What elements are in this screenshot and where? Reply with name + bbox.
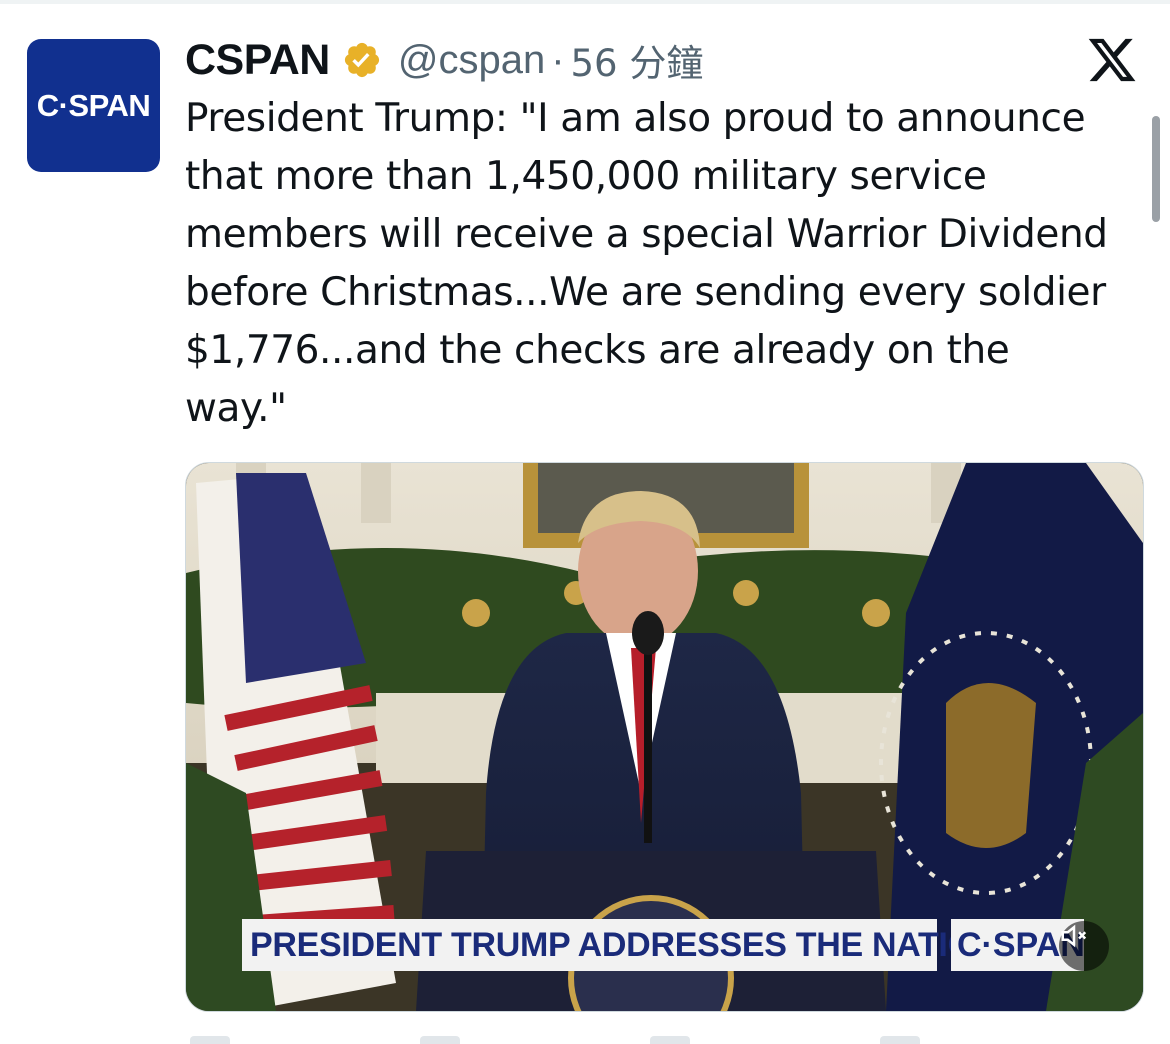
verified-badge-icon[interactable]	[342, 40, 382, 80]
avatar[interactable]: C·SPAN	[27, 39, 160, 172]
volume-muted-icon	[1061, 924, 1087, 948]
separator-dot: ·	[551, 37, 565, 82]
action-bar-edge	[190, 1036, 1140, 1044]
mute-button[interactable]	[1059, 921, 1109, 971]
video-player[interactable]: PRESIDENT TRUMP ADDRESSES THE NATION C·S…	[185, 462, 1144, 1012]
display-name[interactable]: CSPAN	[185, 36, 330, 85]
scrollbar-thumb[interactable]	[1152, 116, 1160, 222]
tweet-text: President Trump: "I am also proud to ann…	[185, 96, 1108, 431]
timestamp[interactable]: 56 分鐘	[571, 33, 704, 87]
user-handle[interactable]: @cspan	[398, 38, 545, 83]
x-logo-icon	[1088, 38, 1136, 82]
top-divider	[0, 0, 1170, 4]
video-chyron: PRESIDENT TRUMP ADDRESSES THE NATION	[242, 919, 998, 971]
tweet-header: CSPAN @cspan · 56 分鐘	[185, 30, 703, 90]
avatar-logo-text: C·SPAN	[36, 87, 151, 123]
